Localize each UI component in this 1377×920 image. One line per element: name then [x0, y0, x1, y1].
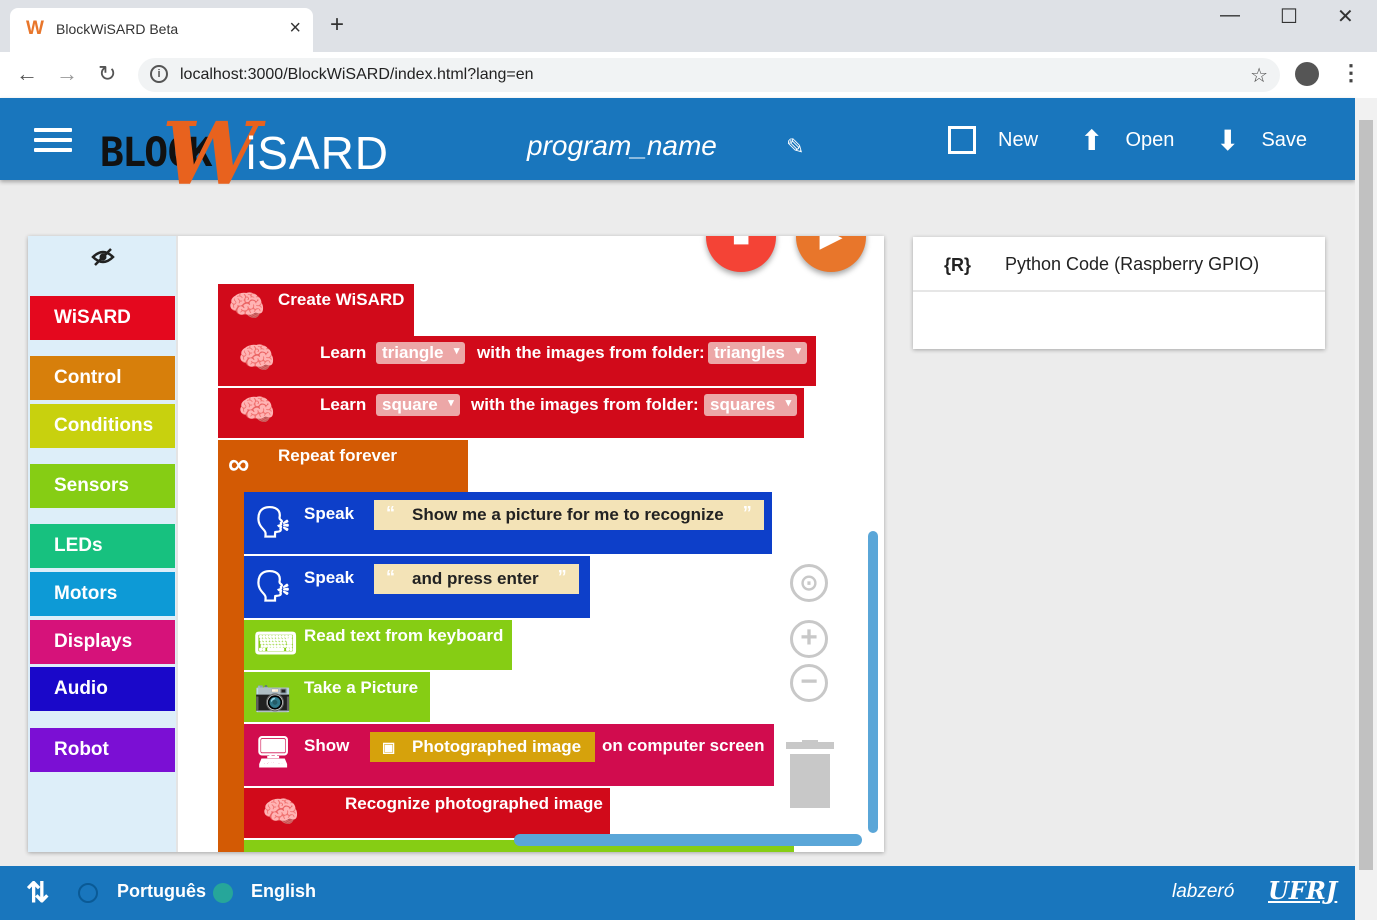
language-portuguese[interactable]: Português — [117, 881, 206, 902]
recenter-icon[interactable]: ⊙ — [790, 564, 828, 602]
zoom-out-icon[interactable]: − — [790, 664, 828, 702]
address-bar[interactable]: i localhost:3000/BlockWiSARD/index.html?… — [138, 58, 1280, 92]
bookmark-star-icon[interactable]: ☆ — [1250, 63, 1268, 88]
toolbox: WiSARD Control Conditions Sensors LEDs M… — [28, 236, 178, 852]
repeat-loop-body — [218, 492, 244, 852]
back-icon[interactable]: ← — [16, 61, 38, 87]
category-wisard[interactable]: WiSARD — [30, 296, 175, 340]
speak-text-1[interactable]: “Show me a picture for me to recognize” — [374, 500, 764, 530]
profile-icon[interactable] — [1295, 62, 1319, 86]
workspace-vertical-scrollbar[interactable] — [868, 531, 878, 833]
sort-arrows-icon[interactable]: ⇅ — [26, 876, 49, 909]
take-picture-block[interactable]: 📷 Take a Picture — [244, 672, 430, 722]
browser-menu-icon[interactable]: ⋮ — [1340, 60, 1362, 86]
infinity-icon: ∞ — [228, 448, 250, 481]
program-name[interactable]: program_name — [527, 130, 717, 162]
close-window-icon[interactable]: ✕ — [1337, 4, 1354, 29]
read-keyboard-block[interactable]: ⌨ Read text from keyboard — [244, 620, 512, 670]
new-file-icon — [948, 126, 976, 154]
blockwisard-logo: BLOCK W iSARD — [100, 104, 390, 205]
hamburger-menu-icon[interactable] — [34, 128, 72, 158]
reload-icon[interactable]: ↻ — [98, 61, 116, 87]
trash-icon[interactable] — [784, 740, 836, 810]
monitor-icon: 🖥 — [254, 736, 293, 769]
new-tab-icon[interactable]: + — [330, 13, 344, 37]
learn-block-square[interactable]: 🧠 Learn square with the images from fold… — [218, 388, 804, 438]
category-audio[interactable]: Audio — [30, 667, 175, 711]
tab-title: BlockWiSARD Beta — [56, 21, 179, 37]
repeat-forever-block[interactable]: ∞ Repeat forever — [218, 440, 468, 492]
category-robot[interactable]: Robot — [30, 728, 175, 772]
speaker-person-icon: 🗣 — [254, 570, 293, 603]
brain-learn-icon: 🧠 — [238, 342, 276, 375]
info-icon[interactable]: i — [150, 65, 168, 83]
create-wisard-block[interactable]: 🧠 Create WiSARD — [218, 284, 414, 336]
recognize-block[interactable]: 🧠 Recognize photographed image — [244, 788, 610, 838]
category-leds[interactable]: LEDs — [30, 524, 175, 568]
category-conditions[interactable]: Conditions — [30, 404, 175, 448]
hide-toolbox-icon[interactable] — [28, 236, 178, 286]
new-button[interactable]: New — [948, 124, 1038, 156]
radio-english[interactable] — [213, 883, 233, 903]
upload-icon: ⬆ — [1080, 124, 1104, 156]
brain-learn-icon: 🧠 — [238, 394, 276, 427]
category-motors[interactable]: Motors — [30, 572, 175, 616]
code-panel-header[interactable]: {R} Python Code (Raspberry GPIO) — [913, 237, 1325, 292]
brain-icon: 🧠 — [228, 290, 266, 323]
r-code-icon: {R} — [944, 255, 972, 275]
webcam-icon: 📷 — [254, 680, 292, 713]
page-scrollbar[interactable] — [1355, 98, 1377, 920]
labzero-logo: labzeró — [1172, 881, 1235, 902]
folder-dropdown-squares[interactable]: squares — [704, 394, 798, 416]
speak-block-1[interactable]: 🗣 Speak “Show me a picture for me to rec… — [244, 492, 772, 554]
category-control[interactable]: Control — [30, 356, 175, 400]
forward-icon[interactable]: → — [56, 61, 78, 87]
language-english[interactable]: English — [251, 881, 316, 902]
minimize-icon[interactable]: — — [1220, 4, 1240, 27]
folder-dropdown-triangles[interactable]: triangles — [708, 342, 807, 364]
edit-pencil-icon[interactable]: ✎ — [786, 134, 804, 160]
stop-button[interactable]: ■ — [706, 236, 776, 272]
brain-recognize-icon: 🧠 — [262, 796, 300, 829]
app-footer: ⇅ Português English labzeró UFRJ — [0, 866, 1355, 920]
zoom-in-icon[interactable]: + — [790, 620, 828, 658]
browser-tab[interactable]: W BlockWiSARD Beta × — [10, 8, 313, 52]
class-dropdown-square[interactable]: square — [376, 394, 460, 416]
url-text[interactable]: localhost:3000/BlockWiSARD/index.html?la… — [180, 66, 534, 84]
save-button[interactable]: ⬇ Save — [1216, 124, 1307, 156]
close-tab-icon[interactable]: × — [289, 17, 301, 40]
code-panel: {R} Python Code (Raspberry GPIO) — [913, 237, 1325, 349]
play-button[interactable]: ▶ — [796, 236, 866, 272]
app-header: BLOCK W iSARD program_name ✎ New ⬆ Open … — [0, 98, 1355, 205]
page-scrollbar-thumb[interactable] — [1359, 120, 1373, 870]
code-panel-title: Python Code (Raspberry GPIO) — [1005, 254, 1260, 274]
speak-block-2[interactable]: 🗣 Speak “and press enter” — [244, 556, 590, 618]
browser-tab-bar: W BlockWiSARD Beta × + — ☐ ✕ — [0, 0, 1377, 52]
maximize-icon[interactable]: ☐ — [1280, 4, 1298, 29]
class-dropdown-triangle[interactable]: triangle — [376, 342, 466, 364]
show-block[interactable]: 🖥 Show ▣ Photographed image on computer s… — [244, 724, 774, 786]
download-icon: ⬇ — [1216, 124, 1240, 156]
favicon-icon: W — [26, 18, 44, 39]
category-displays[interactable]: Displays — [30, 620, 175, 664]
category-sensors[interactable]: Sensors — [30, 464, 175, 508]
radio-portuguese[interactable] — [78, 883, 98, 903]
open-button[interactable]: ⬆ Open — [1080, 124, 1174, 156]
workspace-horizontal-scrollbar[interactable] — [514, 834, 862, 846]
ufrj-logo: UFRJ — [1268, 876, 1338, 905]
browser-toolbar: ← → ↻ i localhost:3000/BlockWiSARD/index… — [0, 52, 1377, 98]
keyboard-icon: ⌨ — [254, 628, 298, 661]
speak-text-2[interactable]: “and press enter” — [374, 564, 579, 594]
photographed-image-value[interactable]: ▣ Photographed image — [370, 732, 596, 762]
learn-block-triangle[interactable]: 🧠 Learn triangle with the images from fo… — [218, 336, 816, 386]
speaker-person-icon: 🗣 — [254, 506, 293, 539]
blockly-workspace[interactable]: WiSARD Control Conditions Sensors LEDs M… — [28, 236, 884, 852]
